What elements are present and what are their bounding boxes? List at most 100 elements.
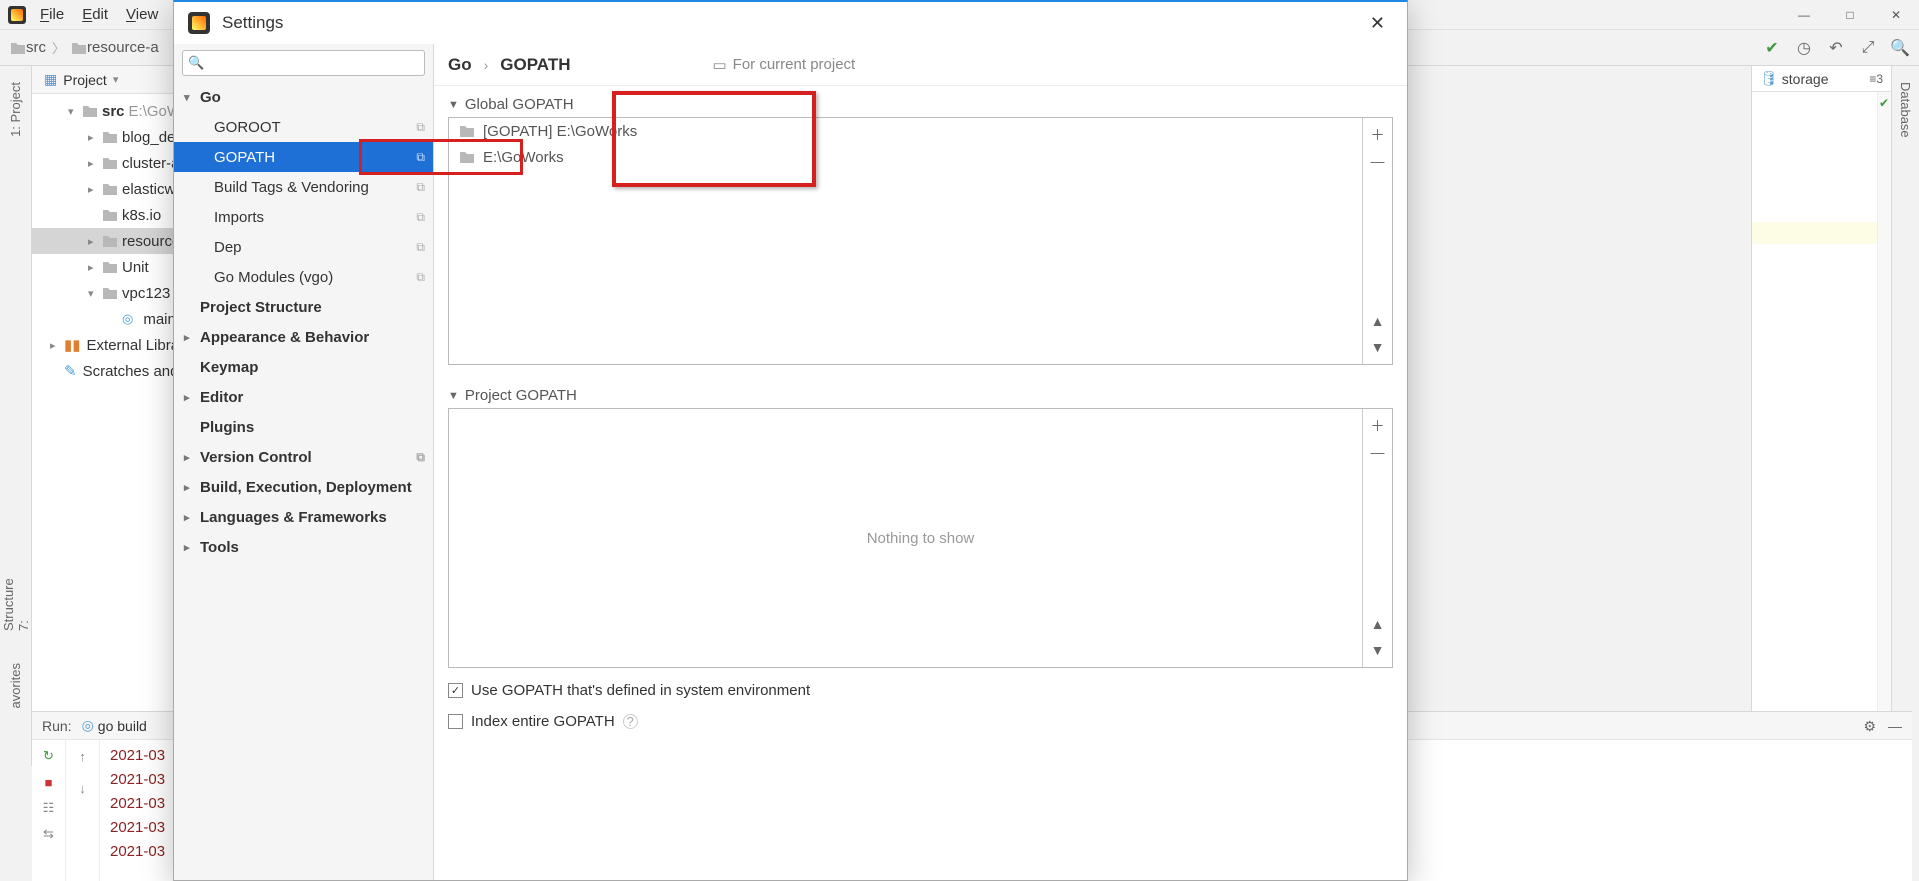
settings-breadcrumb: Go › GOPATH ▭ For current project [434,44,1407,86]
tree-arrow-icon: ▸ [88,235,102,248]
project-icon: ▦ [44,71,57,88]
stripe-structure-button[interactable]: 7: Structure [0,554,31,642]
window-maximize-button[interactable]: □ [1827,0,1873,30]
add-path-button[interactable]: ＋ [1369,126,1387,144]
tree-arrow-icon: ▸ [88,157,102,170]
move-down-button[interactable]: ▼ [1369,641,1387,659]
stop-button[interactable]: ■ [39,772,59,792]
settings-close-button[interactable]: ✕ [1362,9,1393,38]
settings-category-child[interactable]: Go Modules (vgo)⧉ [174,262,433,292]
settings-category-child[interactable]: GOROOT⧉ [174,112,433,142]
gopath-entry[interactable]: [GOPATH] E:\GoWorks [449,118,1392,144]
app-logo-icon [8,6,26,24]
move-down-button[interactable]: ▼ [1369,338,1387,356]
window-minimize-button[interactable]: — [1781,0,1827,30]
editor-minimap[interactable] [1877,92,1891,711]
settings-category[interactable]: Project Structure [174,292,433,322]
move-up-button[interactable]: ▲ [1369,312,1387,330]
expand-icon[interactable]: ⤢ [1857,37,1879,59]
search-icon[interactable]: 🔍 [1889,37,1911,59]
category-label: Dep [214,239,242,256]
settings-category[interactable]: ▾Go [174,82,433,112]
settings-category[interactable]: ▸Build, Execution, Deployment [174,472,433,502]
settings-category[interactable]: ▸Version Control⧉ [174,442,433,472]
settings-category-child[interactable]: Build Tags & Vendoring ⧉ [174,172,433,202]
category-label: Keymap [200,359,258,376]
settings-category[interactable]: ▸Languages & Frameworks [174,502,433,532]
move-up-button[interactable]: ▲ [1369,615,1387,633]
copy-settings-icon[interactable]: ⧉ [416,150,425,165]
dropdown-icon[interactable]: ▾ [113,73,119,86]
category-label: Go [200,89,221,106]
expand-arrow-icon: ▸ [184,511,200,524]
category-label: GOPATH [214,149,275,166]
folder-icon [459,124,475,138]
tree-arrow-icon: ▸ [88,261,102,274]
settings-category[interactable]: ▸Editor [174,382,433,412]
remove-path-button[interactable]: — [1369,152,1387,170]
undo-icon[interactable]: ↶ [1825,37,1847,59]
menu-edit[interactable]: Edit [82,6,108,23]
gopath-entry[interactable]: E:\GoWorks [449,144,1392,170]
settings-category[interactable]: Keymap [174,352,433,382]
run-settings-icon[interactable]: ⚙ [1863,718,1876,735]
settings-category[interactable]: ▸Appearance & Behavior [174,322,433,352]
bc-go[interactable]: Go [448,55,472,75]
project-gopath-header[interactable]: ▼ Project GOPATH [448,387,1393,404]
breadcrumb-src[interactable]: src [10,39,46,56]
path-text: E:\GoWorks [483,149,564,166]
check-icon[interactable]: ✔ [1761,37,1783,59]
go-run-icon: ◎ [82,717,94,734]
index-entire-gopath-checkbox[interactable]: Index entire GOPATH ? [448,713,1393,730]
run-config-selector[interactable]: ◎ go build [82,717,147,734]
copy-settings-icon[interactable]: ⧉ [416,180,425,195]
copy-settings-icon[interactable]: ⧉ [416,270,425,285]
category-label: Imports [214,209,264,226]
settings-search-input[interactable] [182,50,425,76]
tree-label: Unit [122,259,149,276]
editor-tab[interactable]: 🛢 storage ≡3 [1752,66,1891,92]
expand-arrow-icon: ▸ [184,331,200,344]
remove-path-button[interactable]: — [1369,443,1387,461]
use-env-gopath-checkbox[interactable]: Use GOPATH that's defined in system envi… [448,682,1393,699]
layout-button[interactable]: ☷ [39,798,59,818]
expand-arrow-icon: ▸ [184,391,200,404]
breadcrumb-resource[interactable]: resource-a [71,39,159,56]
settings-category[interactable]: ▸Tools [174,532,433,562]
rerun-button[interactable]: ↻ [39,746,59,766]
category-label: Appearance & Behavior [200,329,369,346]
window-controls: — □ ✕ [1781,0,1919,30]
empty-placeholder: Nothing to show [449,409,1392,667]
category-label: Build Tags & Vendoring [214,179,369,196]
menu-view[interactable]: View [126,6,158,23]
global-gopath-header[interactable]: ▼ Global GOPATH [448,96,1393,113]
up-button[interactable]: ↑ [73,746,93,766]
run-hide-icon[interactable]: — [1888,718,1902,734]
down-button[interactable]: ↓ [73,778,93,798]
help-icon[interactable]: ? [623,714,638,729]
folder-icon [459,150,475,164]
copy-settings-icon[interactable]: ⧉ [416,240,425,255]
stripe-favorites-button[interactable]: avorites [0,642,31,730]
search-icon: 🔍 [188,55,204,71]
settings-category-child[interactable]: Imports ⧉ [174,202,433,232]
settings-category-child[interactable]: Dep ⧉ [174,232,433,262]
category-label: Languages & Frameworks [200,509,387,526]
settings-category-child[interactable]: GOPATH ⧉ [174,142,433,172]
run-title-label: Run: [42,718,72,734]
copy-settings-icon[interactable]: ⧉ [416,120,425,135]
pin-button[interactable]: ⇆ [39,824,59,844]
settings-category[interactable]: Plugins [174,412,433,442]
stripe-project-button[interactable]: 1: Project [0,66,31,154]
stripe-database-button[interactable]: Database [1892,66,1919,154]
menu-file[interactable]: File [40,6,64,23]
window-close-button[interactable]: ✕ [1873,0,1919,30]
copy-settings-icon[interactable]: ⧉ [416,450,425,465]
global-gopath-section: ▼ Global GOPATH [GOPATH] E:\GoWorks E:\Go… [448,96,1393,365]
settings-search-wrap: 🔍 [174,44,433,82]
add-path-button[interactable]: ＋ [1369,417,1387,435]
copy-settings-icon[interactable]: ⧉ [416,210,425,225]
history-icon[interactable]: ◷ [1793,37,1815,59]
expand-arrow-icon: ▸ [184,451,200,464]
expand-arrow-icon: ▾ [184,91,200,104]
